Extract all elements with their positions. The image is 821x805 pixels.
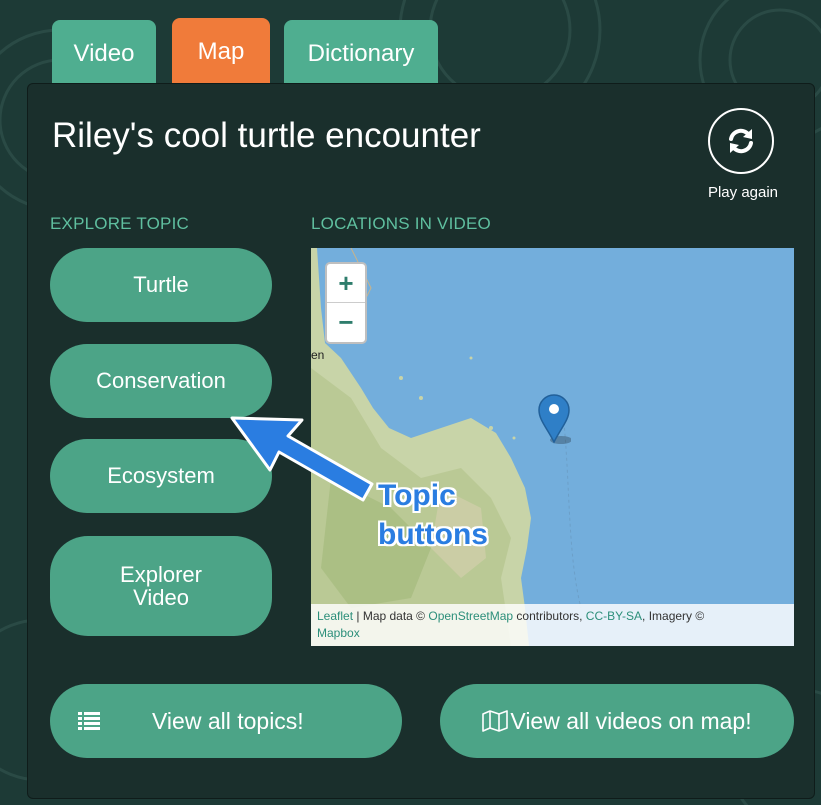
annotation-text-topic: Topic bbox=[378, 479, 456, 512]
topic-button-conservation[interactable]: Conservation bbox=[50, 344, 272, 418]
play-again-button[interactable] bbox=[708, 108, 774, 174]
map-place-label: en bbox=[311, 348, 325, 362]
view-all-topics-label: View all topics! bbox=[152, 707, 304, 734]
locations-heading: LOCATIONS IN VIDEO bbox=[311, 214, 491, 233]
zoom-in-button[interactable]: + bbox=[327, 264, 365, 303]
map-zoom-control: + − bbox=[325, 262, 367, 344]
zoom-out-button[interactable]: − bbox=[327, 303, 365, 342]
content-panel: Riley's cool turtle encounter Play again… bbox=[27, 83, 815, 799]
attribution-text-1: | Map data © bbox=[353, 609, 429, 623]
view-all-videos-label: View all videos on map! bbox=[510, 707, 752, 734]
explore-topic-heading: EXPLORE TOPIC bbox=[50, 214, 189, 233]
view-all-topics-button[interactable]: View all topics! bbox=[50, 684, 402, 758]
tab-video[interactable]: Video bbox=[52, 20, 156, 86]
annotation-text-buttons: buttons bbox=[378, 518, 488, 551]
refresh-icon bbox=[729, 128, 753, 154]
location-map[interactable]: en + − Leaflet | Map data © OpenStreetMa… bbox=[311, 248, 794, 646]
map-attribution: Leaflet | Map data © OpenStreetMap contr… bbox=[311, 604, 794, 646]
map-tiles bbox=[311, 248, 582, 646]
tab-dictionary[interactable]: Dictionary bbox=[284, 20, 438, 86]
tab-map[interactable]: Map bbox=[172, 18, 270, 86]
view-all-videos-button[interactable]: View all videos on map! bbox=[440, 684, 794, 758]
cc-by-sa-link[interactable]: CC-BY-SA bbox=[586, 609, 642, 623]
play-again-label: Play again bbox=[707, 184, 779, 201]
page-title: Riley's cool turtle encounter bbox=[52, 116, 481, 155]
topic-button-ecosystem[interactable]: Ecosystem bbox=[50, 439, 272, 513]
map-icon bbox=[482, 710, 509, 732]
topic-button-turtle[interactable]: Turtle bbox=[50, 248, 272, 322]
attribution-text-3: , Imagery © bbox=[642, 609, 705, 623]
openstreetmap-link[interactable]: OpenStreetMap bbox=[428, 609, 513, 623]
topic-button-explorer-video[interactable]: Explorer Video bbox=[50, 536, 272, 636]
list-icon bbox=[78, 712, 100, 730]
mapbox-link[interactable]: Mapbox bbox=[317, 626, 360, 640]
attribution-text-2: contributors, bbox=[513, 609, 586, 623]
map-marker-icon[interactable] bbox=[537, 394, 571, 444]
leaflet-link[interactable]: Leaflet bbox=[317, 609, 353, 623]
